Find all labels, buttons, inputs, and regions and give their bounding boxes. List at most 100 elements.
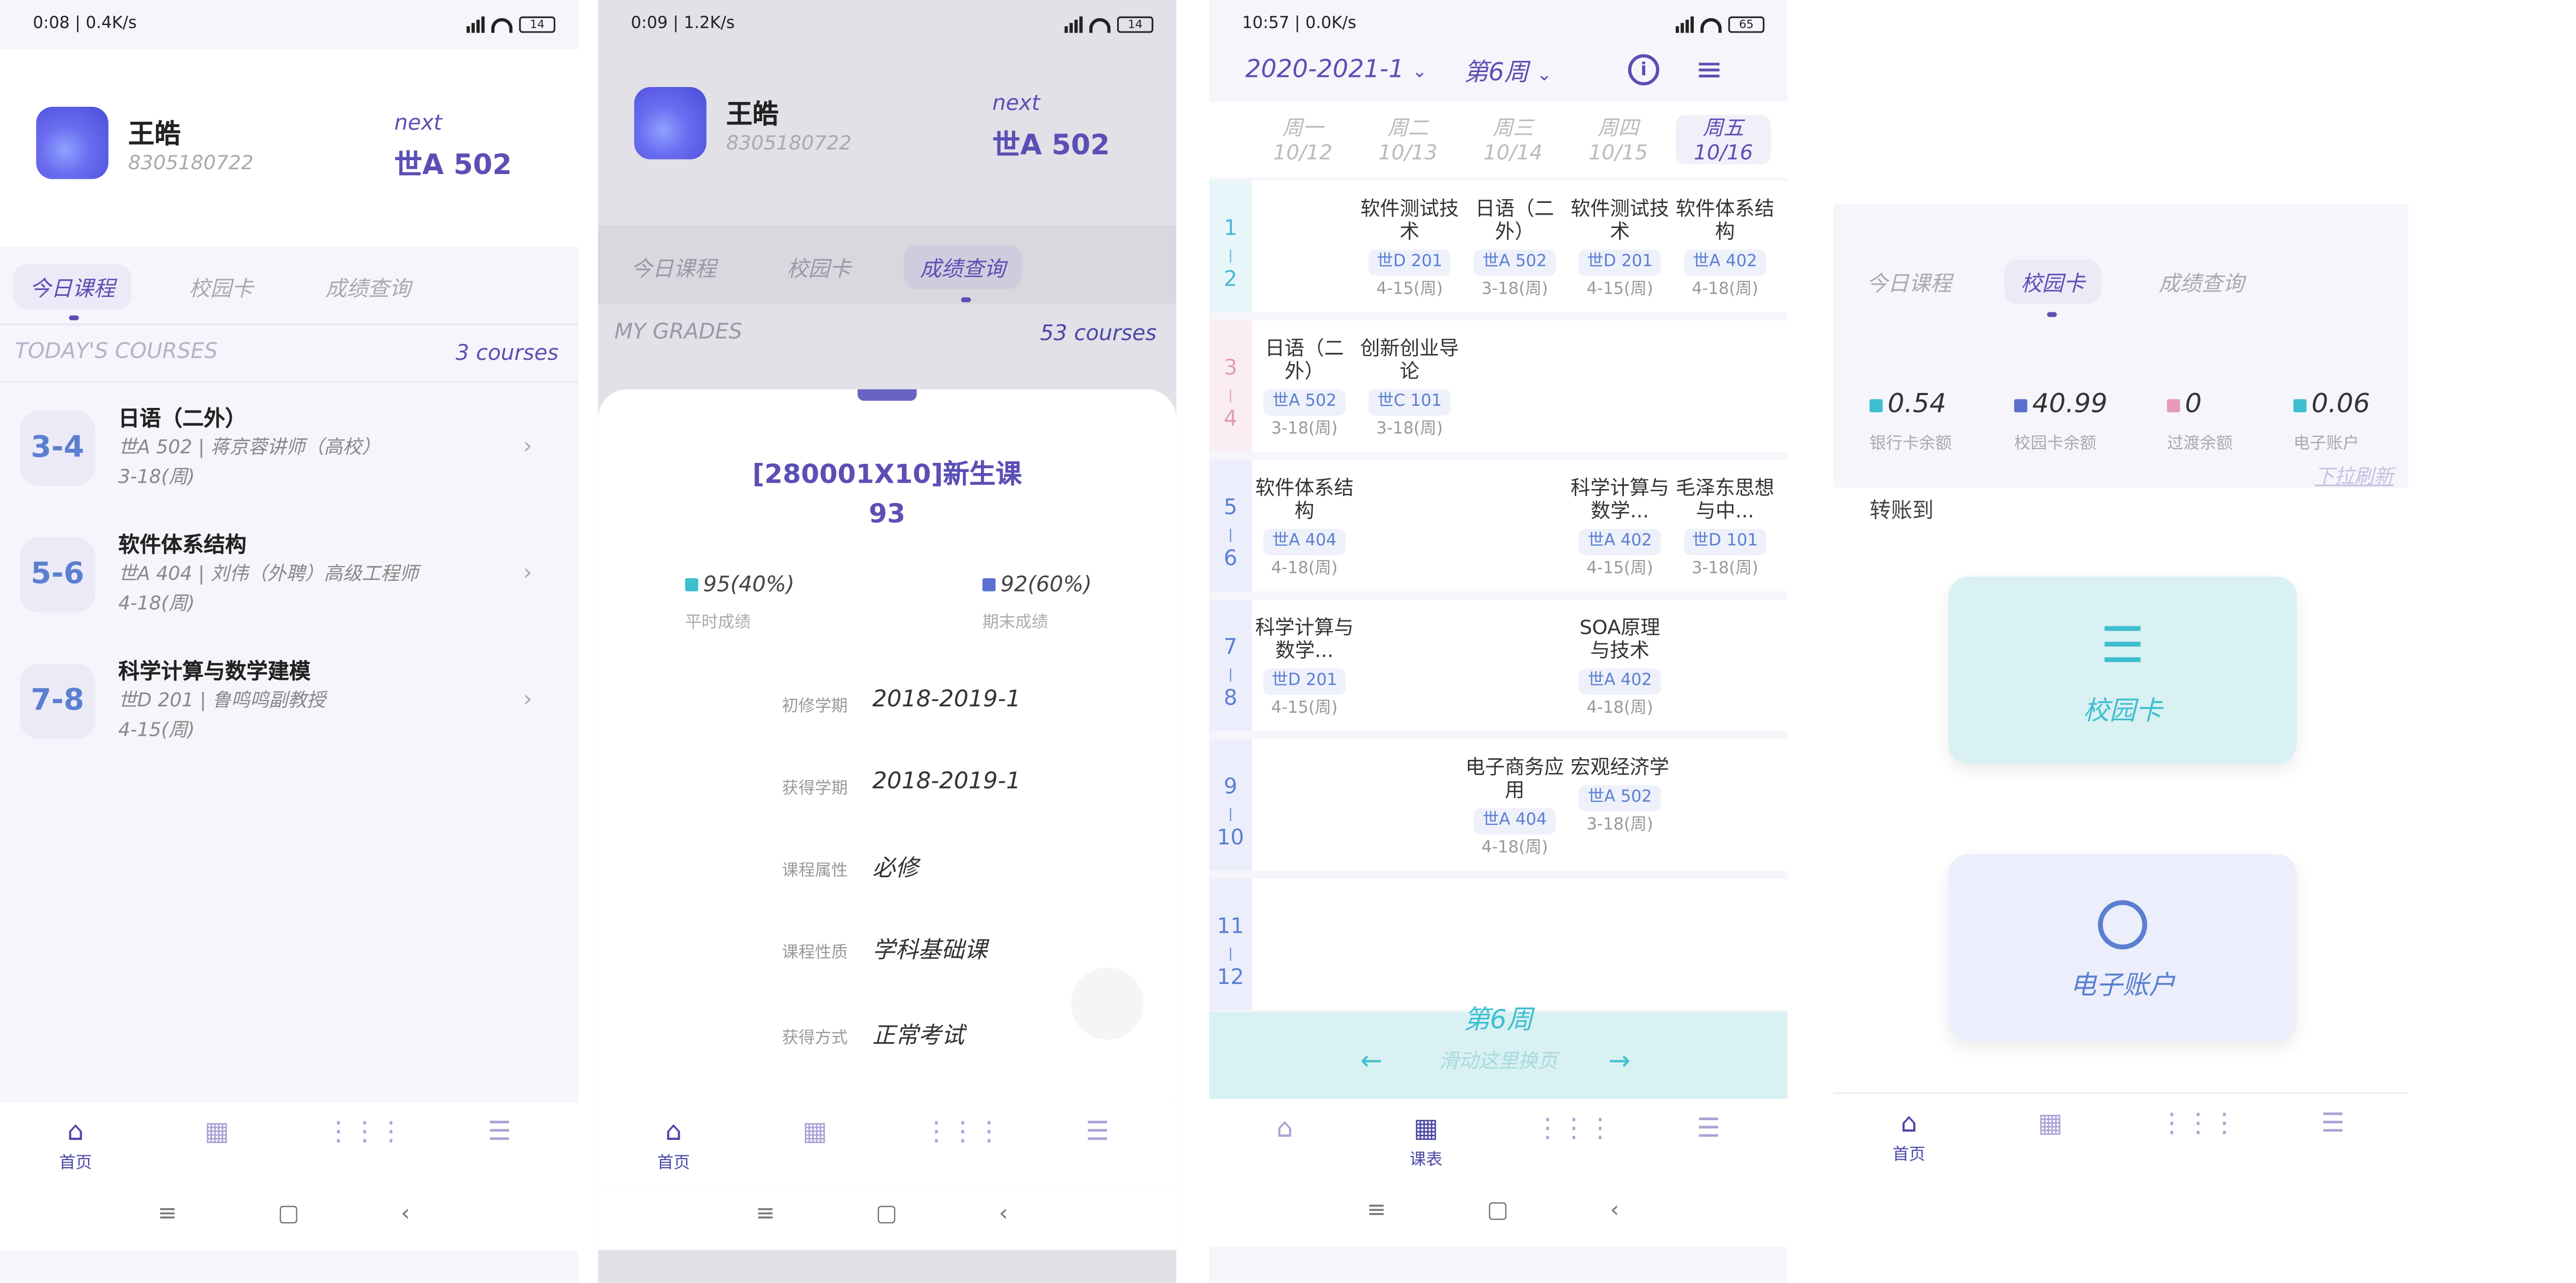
tab-campus-card[interactable]: 校园卡 — [2004, 259, 2101, 304]
calendar-icon[interactable]: ▦ — [184, 1115, 250, 1146]
cell-course-name: 日语（二外） — [1265, 336, 1344, 383]
home-square-icon[interactable]: ▢ — [876, 1201, 898, 1227]
schedule-course-cell[interactable]: 电子商务应用 世A 404 4-18(周) — [1465, 755, 1564, 861]
schedule-course-cell[interactable]: 软件测试技术 世D 201 4-15(周) — [1570, 197, 1669, 302]
arrow-left-icon[interactable]: ← — [1360, 1045, 1382, 1076]
campus-card-button[interactable]: ☰ 校园卡 — [1948, 576, 2297, 764]
weekday-label: 周五 — [1702, 115, 1744, 140]
back-icon[interactable]: ‹ — [1610, 1198, 1619, 1224]
home-icon: ⌂ — [665, 1115, 682, 1147]
menu-icon[interactable]: ≡ — [1367, 1198, 1386, 1224]
cell-weeks: 4-15(周) — [1376, 281, 1443, 299]
home-square-icon[interactable]: ▢ — [278, 1201, 300, 1227]
period-end: 8 — [1223, 686, 1238, 712]
menu-icon[interactable]: ≡ — [158, 1201, 177, 1227]
list-icon[interactable]: ☰ — [1065, 1115, 1130, 1146]
tab-today-courses[interactable]: 今日课程 — [615, 245, 733, 289]
schedule-course-cell[interactable]: 科学计算与数学... 世A 402 4-15(周) — [1570, 476, 1669, 581]
course-title: 软件体系结构 — [118, 533, 247, 559]
schedule-course-cell[interactable]: 日语（二外） 世A 502 3-18(周) — [1255, 337, 1354, 442]
schedule-course-cell[interactable]: 宏观经济学 世A 502 3-18(周) — [1570, 755, 1669, 838]
user-name: 王皓 — [128, 118, 181, 149]
period-separator: ❘ — [1224, 946, 1236, 961]
course-item[interactable]: 3-4 日语（二外） 世A 502 | 蒋京蓉讲师（高校） 3-18(周) › — [19, 401, 545, 503]
bank-balance-value: 0.54 — [1887, 388, 1946, 419]
nav-home[interactable]: ⌂ 首页 — [43, 1115, 108, 1173]
weekday-thu: 周四 10/15 — [1570, 115, 1666, 164]
info-icon[interactable]: i — [1628, 54, 1660, 85]
back-icon[interactable]: ‹ — [401, 1201, 410, 1227]
schedule-course-cell[interactable]: 软件测试技术 世D 201 4-15(周) — [1360, 197, 1459, 302]
avatar[interactable] — [634, 87, 706, 160]
e-account-button[interactable]: 电子账户 — [1948, 854, 2297, 1042]
final-score-label: 期末成绩 — [982, 614, 1048, 633]
chevron-down-icon: ⌄ — [1536, 64, 1552, 85]
schedule-course-cell[interactable]: 创新创业导论 世C 101 3-18(周) — [1360, 337, 1459, 442]
home-icon: ⌂ — [1900, 1107, 1918, 1139]
menu-icon[interactable]: ≡ — [756, 1201, 775, 1227]
grade-detail-sheet[interactable]: [280001X10]新生课 93 95(40%) 平时成绩 92(60%) 期… — [598, 389, 1176, 1103]
nav-home-label: 首页 — [59, 1154, 92, 1173]
list-icon[interactable]: ☰ — [2300, 1107, 2366, 1138]
cell-room: 世A 402 — [1579, 529, 1660, 555]
home-square-icon[interactable]: ▢ — [1487, 1198, 1509, 1224]
floating-action-button[interactable] — [1071, 967, 1144, 1040]
list-icon[interactable]: ☰ — [1676, 1112, 1741, 1143]
tab-campus-card[interactable]: 校园卡 — [771, 245, 868, 289]
period-end: 6 — [1223, 547, 1238, 572]
course-item[interactable]: 5-6 软件体系结构 世A 404 | 刘伟（外聘）高级工程师 4-18(周) … — [19, 528, 545, 629]
tab-today-courses[interactable]: 今日课程 — [1850, 259, 1968, 304]
apps-grid-icon[interactable]: ⋮⋮⋮ — [923, 1115, 1002, 1146]
schedule-course-cell[interactable]: SOA原理与技术 世A 402 4-18(周) — [1570, 616, 1669, 721]
apps-grid-icon[interactable]: ⋮⋮⋮ — [325, 1115, 404, 1146]
schedule-course-cell[interactable]: 科学计算与数学... 世D 201 4-15(周) — [1255, 616, 1354, 721]
menu-icon[interactable]: ≡ — [1695, 49, 1723, 89]
cell-course-name: 科学计算与数学... — [1570, 476, 1669, 523]
calendar-icon[interactable]: ▦ — [782, 1115, 847, 1146]
apps-grid-icon[interactable]: ⋮⋮⋮ — [1534, 1112, 1613, 1143]
nav-home[interactable]: ⌂ 首页 — [641, 1115, 706, 1173]
period-end: 12 — [1216, 965, 1244, 991]
weekday-label: 周一 — [1282, 115, 1324, 140]
calendar-icon[interactable]: ▦ — [2017, 1107, 2083, 1138]
schedule-course-cell[interactable]: 软件体系结构 世A 402 4-18(周) — [1676, 197, 1774, 302]
schedule-course-cell[interactable]: 软件体系结构 世A 404 4-18(周) — [1255, 476, 1354, 581]
tab-today-courses[interactable]: 今日课程 — [13, 264, 132, 309]
nav-home-label: 首页 — [657, 1154, 690, 1173]
earned-term-value: 2018-2019-1 — [872, 768, 1021, 796]
weekday-date: 10/12 — [1273, 139, 1333, 164]
final-score-swatch — [982, 578, 996, 592]
cell-room: 世A 502 — [1264, 389, 1345, 416]
card-balance-value: 40.99 — [2032, 388, 2108, 419]
weekday-date: 10/16 — [1693, 139, 1753, 164]
earn-method-value: 正常考试 — [872, 1023, 964, 1050]
battery-icon: 14 — [1117, 16, 1153, 33]
course-item[interactable]: 7-8 科学计算与数学建模 世D 201 | 鲁鸣鸣副教授 4-15(周) › — [19, 654, 545, 755]
first-term-value: 2018-2019-1 — [872, 686, 1021, 713]
tab-campus-card[interactable]: 校园卡 — [172, 264, 270, 309]
arrow-right-icon[interactable]: → — [1608, 1045, 1630, 1076]
tab-grades[interactable]: 成绩查询 — [309, 264, 427, 309]
schedule-course-cell[interactable]: 日语（二外） 世A 502 3-18(周) — [1465, 197, 1564, 302]
user-name: 王皓 — [726, 98, 779, 130]
apps-grid-icon[interactable]: ⋮⋮⋮ — [2159, 1107, 2238, 1138]
nav-schedule[interactable]: ▦ 课表 — [1393, 1112, 1459, 1170]
tab-indicator — [961, 297, 971, 303]
schedule-course-cell[interactable]: 毛泽东思想与中... 世D 101 3-18(周) — [1676, 476, 1774, 581]
home-icon[interactable]: ⌂ — [1252, 1112, 1317, 1143]
tab-grades[interactable]: 成绩查询 — [904, 245, 1022, 289]
course-count: 53 courses — [1040, 321, 1157, 347]
bank-balance: 0.54 银行卡余额 — [1870, 388, 1952, 453]
term-selector[interactable]: 2020-2021-1 ⌄ — [1245, 54, 1427, 84]
list-icon[interactable]: ☰ — [467, 1115, 532, 1146]
avatar[interactable] — [36, 106, 109, 179]
weekday-mon: 周一 10/12 — [1255, 115, 1350, 164]
sheet-handle[interactable] — [857, 389, 917, 401]
nav-home[interactable]: ⌂ 首页 — [1876, 1107, 1942, 1165]
cell-weeks: 4-18(周) — [1692, 281, 1758, 299]
period-number: 9 ❘ 10 — [1209, 739, 1252, 871]
week-selector[interactable]: 第6周 ⌄ — [1464, 54, 1552, 89]
back-icon[interactable]: ‹ — [999, 1201, 1008, 1227]
next-label: next — [992, 92, 1040, 117]
tab-grades[interactable]: 成绩查询 — [2142, 259, 2261, 304]
